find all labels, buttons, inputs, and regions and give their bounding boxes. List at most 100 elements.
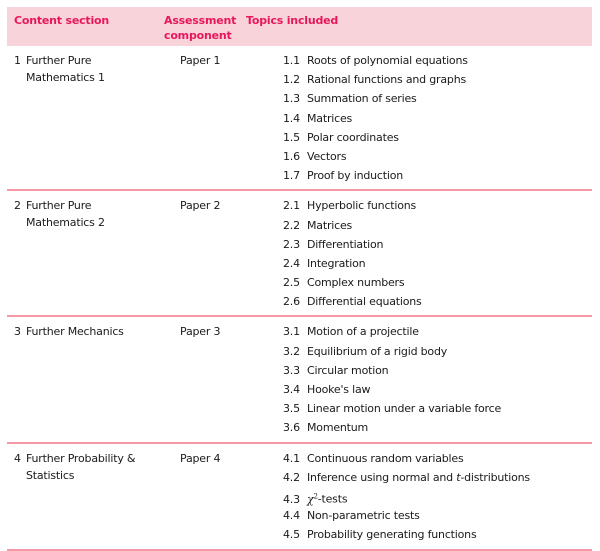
topic-item: 3.3 Circular motion (283, 361, 592, 380)
topic-item: 1.7 Proof by induction (283, 166, 592, 185)
topic-item: 4.4 Non-parametric tests (283, 506, 592, 525)
table-header: Content section Assessment component Top… (7, 7, 592, 46)
assessment-paper: Paper 3 (180, 325, 221, 339)
topic-number: 2.2 (283, 218, 300, 232)
topic-item: 4.2 Inference using normal and t-distribu… (283, 468, 592, 487)
topic-label: Hyperbolic functions (307, 199, 417, 213)
topic-number: 3.6 (283, 421, 300, 435)
topic-number: 1.4 (283, 111, 300, 125)
topic-label: Motion of a projectile (307, 325, 419, 339)
topic-label: Matrices (307, 111, 353, 125)
topic-number: 3.3 (283, 363, 300, 377)
topic-label: Differentiation (307, 237, 384, 251)
topic-item: 1.5 Polar coordinates (283, 128, 592, 147)
topic-number: 3.4 (283, 383, 300, 396)
chi-symbol: χ2 (307, 492, 318, 506)
topic-label: Linear motion under a variable force (307, 402, 502, 416)
topic-number: 2.1 (283, 199, 300, 213)
topic-item: 3.2 Equilibrium of a rigid body (283, 342, 592, 361)
section-name: Further Probability & Statistics (26, 451, 136, 482)
topic-item: 2.5 Complex numbers (283, 273, 592, 292)
assessment-paper: Paper 2 (180, 199, 221, 213)
section-number: 3 (14, 325, 21, 339)
topic-item: 3.6 Momentum (283, 418, 592, 437)
topic-label: Momentum (307, 421, 369, 435)
topic-number: 4.1 (283, 451, 300, 465)
topic-label: Equilibrium of a rigid body (307, 344, 448, 358)
section-number: 1 (14, 54, 21, 67)
topic-number: 1.2 (283, 73, 300, 87)
topic-label: Proof by induction (307, 169, 404, 183)
topic-number: 1.7 (283, 169, 300, 183)
topic-item: 2.4 Integration (283, 254, 592, 273)
topic-label: Probability generating functions (307, 528, 477, 542)
topic-number: 2.6 (283, 295, 300, 309)
section-name: Further Mechanics (26, 325, 124, 339)
topic-number: 3.1 (283, 325, 300, 339)
topic-label: Integration (307, 256, 366, 270)
topic-label-post: -distributions (460, 470, 530, 484)
topic-number: 1.5 (283, 130, 300, 144)
topic-label: Summation of series (307, 92, 417, 106)
section-title: 2 Further Pure Mathematics 2 (14, 197, 154, 231)
section-title: 3 Further Mechanics (14, 323, 154, 340)
topic-label: Differential equations (307, 295, 422, 309)
topic-label: Matrices (307, 218, 353, 232)
topic-label: Circular motion (307, 363, 389, 377)
topic-label-pre: Inference using normal and (307, 470, 457, 484)
topic-label: Continuous random variables (307, 451, 464, 465)
section-number: 4 (14, 451, 21, 465)
section-number: 2 (14, 199, 21, 213)
topic-list: 2.1 Hyperbolic functions 2.2 Matrices 2.3 D… (283, 196, 592, 311)
topic-number: 4.2 (283, 470, 300, 484)
topic-number: 1.3 (283, 92, 300, 106)
topic-item: 4.1 Continuous random variables (283, 449, 592, 468)
header-topics-included: Topics included (246, 14, 339, 27)
section-row: 1 Further Pure Mathematics 1 Paper 1 1.1 R… (7, 46, 592, 192)
topic-number: 4.5 (283, 528, 300, 542)
section-name: Further Pure Mathematics 2 (26, 199, 105, 230)
topic-number: 1.1 (283, 54, 300, 67)
section-title: 4 Further Probability & Statistics (14, 450, 154, 484)
topic-label: -tests (317, 492, 348, 506)
topic-item: 2.3 Differentiation (283, 235, 592, 254)
topic-item: 1.1 Roots of polynomial equations (283, 51, 592, 70)
topic-item: 1.6 Vectors (283, 147, 592, 166)
topic-label: Rational functions and graphs (307, 73, 466, 87)
topic-label: Roots of polynomial equations (307, 54, 468, 67)
section-name: Further Pure Mathematics 1 (26, 54, 105, 84)
header-content-section: Content section (14, 14, 110, 27)
topic-item: 3.5 Linear motion under a variable force (283, 399, 592, 418)
topic-list: 4.1 Continuous random variables 4.2 Infere… (283, 449, 592, 545)
topic-item: 3.1 Motion of a projectile (283, 322, 592, 341)
topic-item: 2.6 Differential equations (283, 292, 592, 311)
section-row: 2 Further Pure Mathematics 2 Paper 2 2.1 H… (7, 191, 592, 318)
topic-item: 4.3 χ2-tests (283, 487, 592, 506)
topic-item: 1.3 Summation of series (283, 89, 592, 108)
topic-number: 3.5 (283, 402, 300, 416)
syllabus-table: Content section Assessment component Top… (7, 7, 592, 551)
topic-number: 2.4 (283, 256, 300, 270)
topic-item: 3.4 Hooke's law (283, 380, 592, 399)
topic-list: 1.1 Roots of polynomial equations 1.2 Rati… (283, 51, 592, 185)
topic-number: 1.6 (283, 149, 300, 163)
topic-number: 2.5 (283, 276, 300, 290)
topic-label: Hooke's law (307, 383, 371, 396)
topic-label: Complex numbers (307, 276, 405, 290)
topic-number: 3.2 (283, 344, 300, 358)
assessment-paper: Paper 1 (180, 54, 221, 67)
topic-list: 3.1 Motion of a projectile 3.2 Equilibrium… (283, 322, 592, 437)
assessment-paper: Paper 4 (180, 451, 221, 465)
topic-item: 2.2 Matrices (283, 216, 592, 235)
topic-item: 2.1 Hyperbolic functions (283, 196, 592, 215)
section-row: 3 Further Mechanics Paper 3 3.1 Motion of … (7, 317, 592, 444)
topic-item: 1.4 Matrices (283, 109, 592, 128)
section-title: 1 Further Pure Mathematics 1 (14, 52, 154, 86)
topic-number: 4.4 (283, 509, 300, 523)
topic-item: 1.2 Rational functions and graphs (283, 70, 592, 89)
topic-number: 2.3 (283, 237, 300, 251)
header-assessment-component: Assessment component (164, 14, 237, 42)
topic-label: Vectors (307, 149, 347, 163)
topic-item: 4.5 Probability generating functions (283, 525, 592, 544)
topic-label: Non-parametric tests (307, 509, 420, 523)
